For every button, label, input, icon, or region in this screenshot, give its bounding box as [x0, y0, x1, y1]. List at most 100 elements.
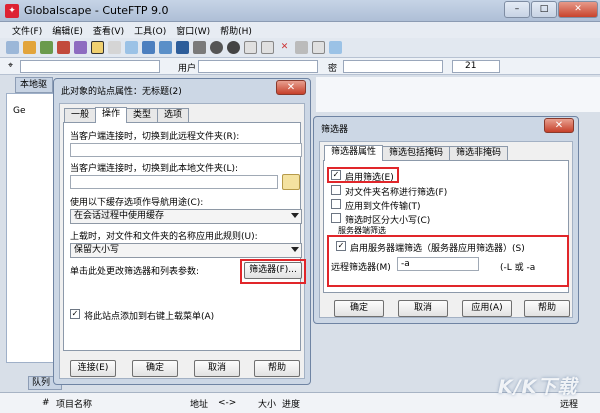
filter-cancel-button[interactable]: 取消	[398, 300, 448, 317]
tab-general[interactable]: 一般	[64, 108, 97, 122]
add-menu-checkbox[interactable]: ✓	[70, 309, 80, 319]
apply-to-transfers-checkbox[interactable]	[331, 199, 341, 209]
password-field[interactable]	[343, 60, 443, 73]
view-icon[interactable]	[193, 41, 206, 54]
refresh-icon[interactable]	[142, 41, 155, 54]
browse-folder-icon[interactable]	[282, 174, 300, 190]
site-properties-dialog: 此对象的站点属性：无标题(2) ✕ 一般 操作 类型 选项 当客户端连接时，切换…	[53, 78, 311, 385]
help-button[interactable]: 帮助	[254, 360, 300, 377]
edit-icon[interactable]	[74, 41, 87, 54]
tab-type[interactable]: 类型	[126, 108, 159, 122]
server-filter-label: 启用服务器端筛选（服务器应用筛选器）(S)	[350, 244, 525, 254]
disconnect-icon[interactable]	[57, 41, 70, 54]
upload-icon[interactable]	[176, 41, 189, 54]
minimize-button[interactable]: –	[504, 1, 530, 18]
menu-help[interactable]: 帮助(H)	[220, 24, 252, 37]
filter-apply-button[interactable]: 应用(A)	[462, 300, 512, 317]
password-label: 密	[328, 64, 338, 74]
tab-options[interactable]: 选项	[157, 108, 190, 122]
stop-icon[interactable]	[210, 41, 223, 54]
remote-folder-label: 当客户端连接时，切换到此远程文件夹(R):	[70, 132, 240, 142]
upload-rule-select-value: 保留大小写	[74, 245, 120, 255]
wizard-icon[interactable]	[23, 41, 36, 54]
local-folder-input[interactable]	[70, 175, 278, 189]
watermark-logo: K/K下载	[498, 376, 578, 398]
filter-button[interactable]: 筛选器(F)...	[244, 262, 302, 279]
cache-select-value: 在会话过程中使用缓存	[74, 211, 165, 221]
remote-panel	[316, 77, 600, 112]
tab-actions[interactable]: 操作	[95, 107, 128, 123]
case-sensitive-checkbox[interactable]	[331, 213, 341, 223]
filter-folder-names-checkbox[interactable]	[331, 185, 341, 195]
filter-dialog-titlebar[interactable]: 筛选器 ✕	[314, 117, 578, 137]
connect-icon[interactable]	[40, 41, 53, 54]
cancel-button[interactable]: 取消	[194, 360, 240, 377]
tab-include-mask[interactable]: 筛选包括掩码	[382, 146, 451, 160]
site-dialog-body: 一般 操作 类型 选项 当客户端连接时，切换到此远程文件夹(R): 当客户端连接…	[59, 103, 306, 379]
menu-window[interactable]: 窗口(W)	[176, 24, 210, 37]
actions-panel: 当客户端连接时，切换到此远程文件夹(R): 当客户端连接时，切换到此本地文件夹(…	[63, 122, 306, 351]
new-icon[interactable]	[244, 41, 257, 54]
download-icon[interactable]	[227, 41, 240, 54]
queue-col-progress[interactable]: 进度	[282, 397, 300, 410]
pointer-icon[interactable]	[91, 41, 104, 54]
delete-icon[interactable]: ✕	[278, 41, 291, 54]
site-dialog-close-button[interactable]: ✕	[276, 80, 306, 95]
menu-tools[interactable]: 工具(O)	[134, 24, 166, 37]
chevron-down-icon	[291, 213, 299, 218]
connect-button[interactable]: 连接(E)	[70, 360, 116, 377]
port-field[interactable]: 21	[452, 60, 500, 73]
queue-col-number[interactable]: #	[42, 398, 50, 408]
cache-select[interactable]: 在会话过程中使用缓存	[70, 209, 302, 224]
log-icon[interactable]	[312, 41, 325, 54]
menu-view[interactable]: 查看(V)	[93, 24, 124, 37]
close-button[interactable]: ✕	[558, 1, 598, 18]
upload-rule-select[interactable]: 保留大小写	[70, 243, 302, 258]
queue-col-address[interactable]: 地址	[190, 397, 208, 410]
tab-exclude-mask[interactable]: 筛选非掩码	[449, 146, 509, 160]
remote-filter-input[interactable]: -a	[397, 257, 479, 271]
filter-dialog-title: 筛选器	[321, 125, 349, 135]
site-dialog-title: 此对象的站点属性：无标题(2)	[61, 87, 182, 97]
site-dialog-titlebar[interactable]: 此对象的站点属性：无标题(2) ✕	[54, 79, 310, 99]
window-controls: – □ ✕	[504, 1, 598, 18]
host-field[interactable]	[20, 60, 160, 73]
user-field[interactable]	[198, 60, 318, 73]
queue-col-direction[interactable]: <->	[218, 398, 236, 408]
menu-bar: 文件(F) 编辑(E) 查看(V) 工具(O) 窗口(W) 帮助(H)	[0, 22, 600, 38]
back-icon[interactable]	[159, 41, 172, 54]
ok-button[interactable]: 确定	[132, 360, 178, 377]
filter-properties-panel: ✓ 启用筛选(E) 对文件夹名称进行筛选(F) 应用到文件传输(T) 筛选时区分…	[323, 160, 569, 293]
local-folder-label: 当客户端连接时，切换到此本地文件夹(L):	[70, 164, 239, 174]
menu-file[interactable]: 文件(F)	[12, 24, 42, 37]
properties-icon[interactable]	[295, 41, 308, 54]
quick-connect-bar: ⌖ 用户 密 21	[0, 58, 600, 75]
queue-col-size[interactable]: 大小	[258, 397, 276, 410]
tab-filter-properties[interactable]: 筛选器属性	[324, 145, 384, 161]
enable-filter-checkbox[interactable]: ✓	[331, 170, 341, 180]
tree-node[interactable]: Ge	[13, 106, 26, 116]
site-dialog-tabs: 一般 操作 类型 选项	[64, 107, 190, 123]
remote-folder-input[interactable]	[70, 143, 302, 157]
filter-dialog-close-button[interactable]: ✕	[544, 118, 574, 133]
paste-icon[interactable]	[108, 41, 121, 54]
server-filter-checkbox[interactable]: ✓	[336, 241, 346, 251]
local-drives-tab[interactable]: 本地驱	[15, 77, 53, 93]
menu-edit[interactable]: 编辑(E)	[52, 24, 83, 37]
copy-icon[interactable]	[261, 41, 274, 54]
filter-folder-names-label: 对文件夹名称进行筛选(F)	[345, 188, 448, 198]
cuteftp-logo-icon: ✦	[5, 4, 19, 18]
maximize-button[interactable]: □	[531, 1, 557, 18]
compare-icon[interactable]	[329, 41, 342, 54]
filter-help-button[interactable]: 帮助	[524, 300, 570, 317]
add-menu-label: 将此站点添加到右键上载菜单(A)	[84, 312, 215, 322]
queue-col-name[interactable]: 项目名称	[56, 397, 92, 410]
app-titlebar: ✦ Globalscape - CuteFTP 9.0 – □ ✕	[0, 0, 600, 22]
user-label: 用户	[178, 64, 197, 74]
filter-dialog-body: 筛选器属性 筛选包括掩码 筛选非掩码 ✓ 启用筛选(E) 对文件夹名称进行筛选(…	[319, 141, 573, 318]
filter-ok-button[interactable]: 确定	[334, 300, 384, 317]
remote-filter-label: 远程筛选器(M)	[331, 263, 391, 273]
filter-dialog-tabs: 筛选器属性 筛选包括掩码 筛选非掩码	[324, 145, 509, 161]
site-manager-icon[interactable]	[6, 41, 19, 54]
folder-icon[interactable]	[125, 41, 138, 54]
